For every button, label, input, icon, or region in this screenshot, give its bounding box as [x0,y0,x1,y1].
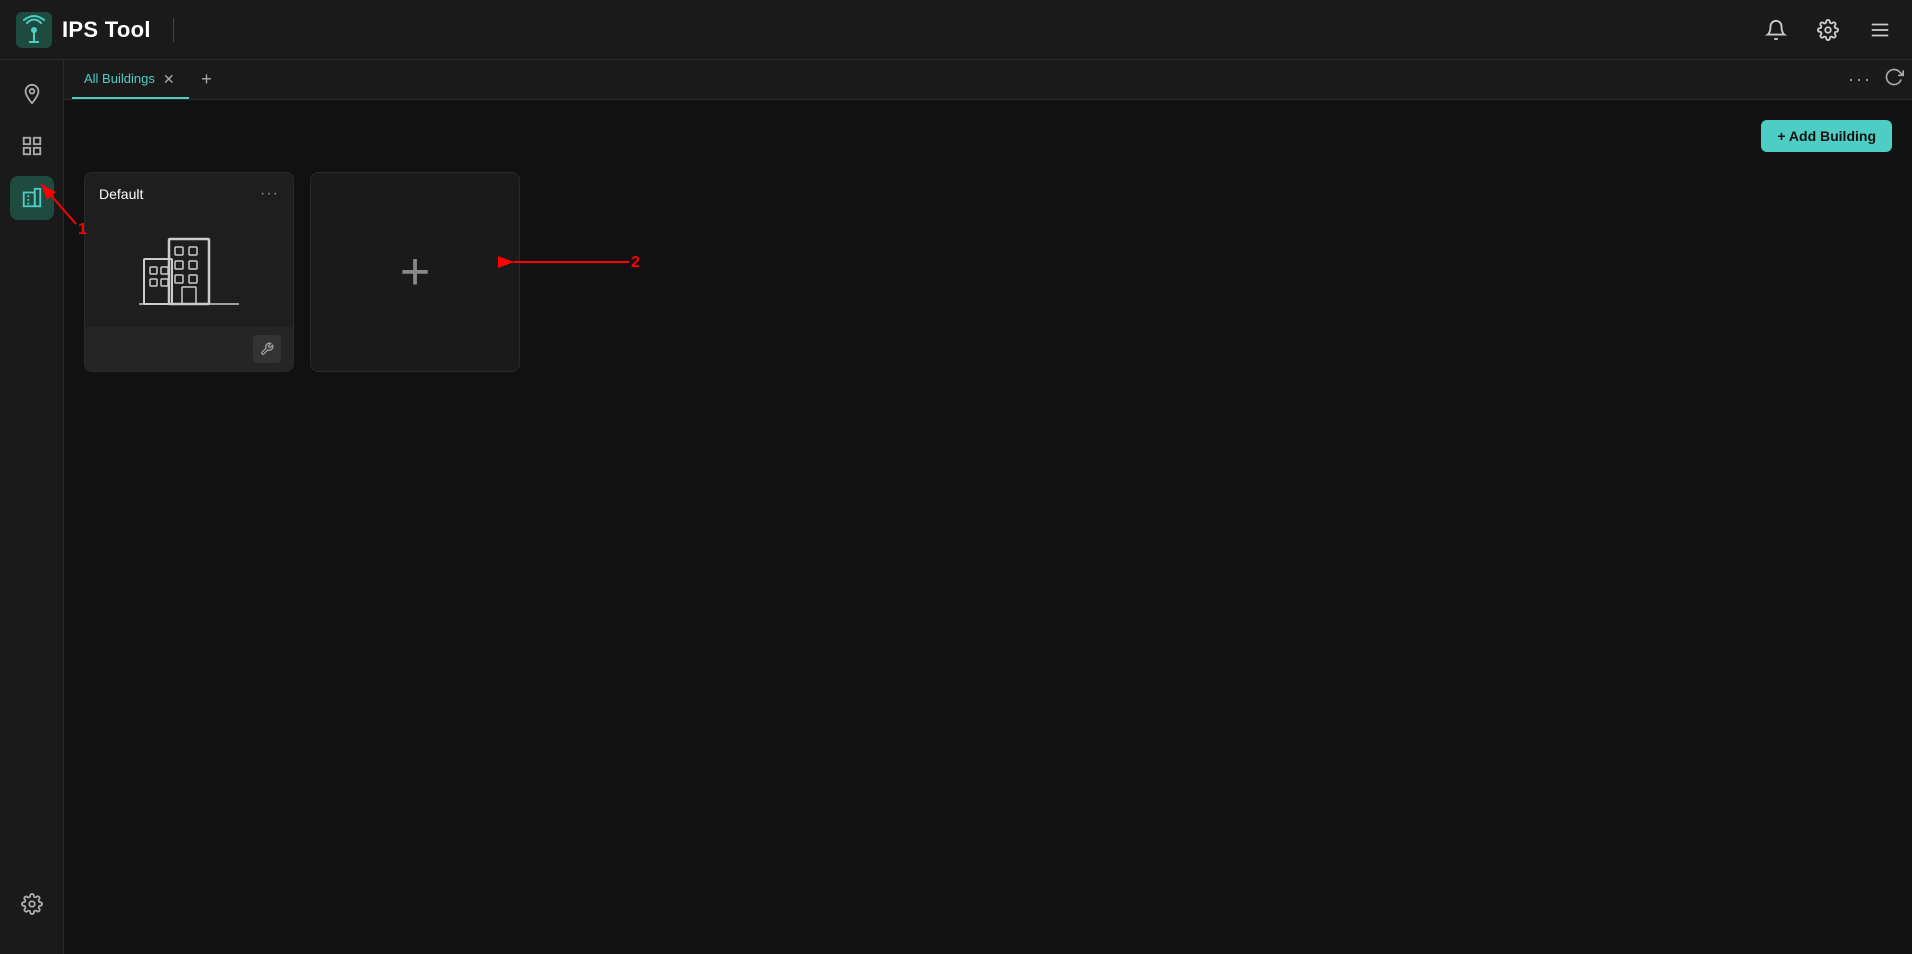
settings-icon [21,893,43,915]
dashboard-icon [21,135,43,157]
map-icon [21,83,43,105]
app-body: 1 All Buildings ✕ + ··· [0,60,1912,954]
sidebar-bottom [0,882,63,942]
tab-refresh-button[interactable] [1884,67,1904,93]
tab-bar-right: ··· [1848,67,1904,93]
buildings-icon [21,187,43,209]
sidebar-item-map[interactable] [10,72,54,116]
sidebar-item-buildings[interactable] [10,176,54,220]
hamburger-menu-button[interactable] [1864,14,1896,46]
hamburger-icon [1869,19,1891,41]
content-area: + Add Building Default ··· [64,100,1912,954]
sidebar: 1 [0,60,64,954]
content-header: + Add Building [84,120,1892,152]
app-title: IPS Tool [62,17,151,43]
building-card-wrench-button[interactable] [253,335,281,363]
add-card-icon: + [400,242,430,302]
header-divider [173,18,174,42]
tab-more-options-button[interactable]: ··· [1848,69,1872,90]
building-card-default[interactable]: Default ··· [84,172,294,372]
sidebar-item-settings[interactable] [10,882,54,926]
svg-text:2: 2 [631,254,640,271]
settings-button[interactable] [1812,14,1844,46]
gear-icon [1817,19,1839,41]
app-logo-icon [16,12,52,48]
bell-button[interactable] [1760,14,1792,46]
building-card-header: Default ··· [85,173,293,211]
app-header: IPS Tool [0,0,1912,60]
annotation-arrow-2: 2 [499,247,639,297]
buildings-grid: Default ··· [84,172,1892,372]
bell-icon [1765,19,1787,41]
tab-all-buildings[interactable]: All Buildings ✕ [72,60,189,99]
refresh-icon [1884,67,1904,87]
building-card-footer [85,327,293,371]
tab-add-button[interactable]: + [193,66,221,94]
tab-label: All Buildings [84,71,155,86]
building-card-menu-button[interactable]: ··· [260,185,279,203]
add-building-button[interactable]: + Add Building [1761,120,1892,152]
building-card-image [85,211,293,327]
logo-container: IPS Tool [16,12,186,48]
building-card-title: Default [99,186,143,202]
building-image-icon [139,229,239,309]
header-right-actions [1760,14,1896,46]
tab-close-button[interactable]: ✕ [161,70,177,88]
sidebar-item-dashboard[interactable] [10,124,54,168]
main-content: All Buildings ✕ + ··· + Add Building [64,60,1912,954]
wrench-icon [260,342,274,356]
tab-bar: All Buildings ✕ + ··· [64,60,1912,100]
add-building-card[interactable]: + 2 [310,172,520,372]
